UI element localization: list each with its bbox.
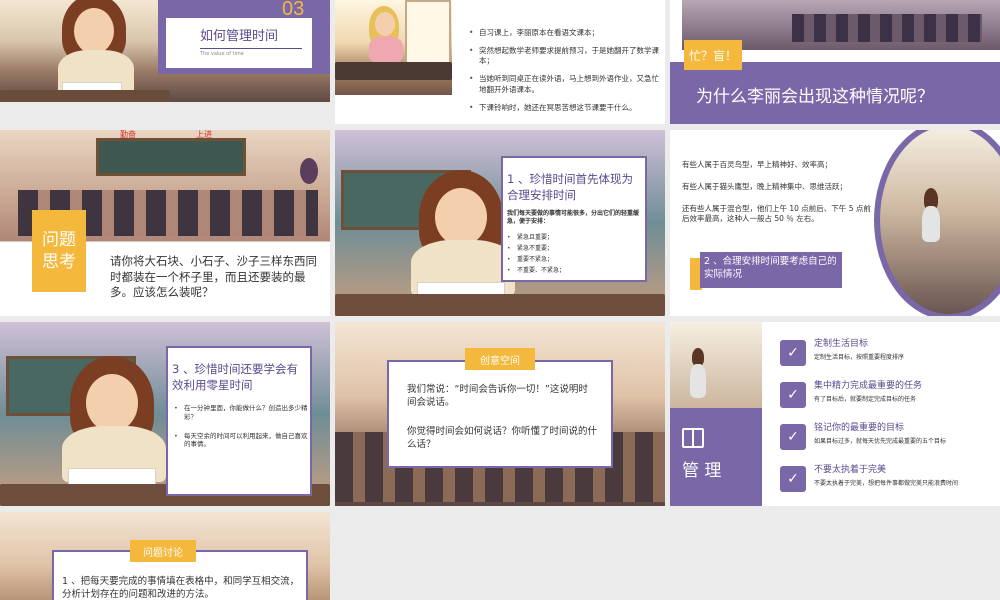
tag-box: 问题讨论 — [130, 540, 196, 562]
window-scene — [335, 0, 452, 95]
girl-body — [690, 364, 706, 398]
tag-text: 忙？盲！ — [688, 48, 737, 63]
discussion-card: 我们常说：“时间会告诉你一切！”这说明时间会说话。 你觉得时间会如何说话？你听懂… — [387, 360, 613, 468]
slide-4-thumbnail[interactable]: 勤奋 上进 问题思考 请你将大石块、小石子、沙子三样东西同时都装在一个杯子里，而… — [0, 130, 330, 316]
item-desc: 如果目标过多，就每天优先完成最重要的五个目标 — [814, 438, 947, 445]
book-icon — [682, 428, 704, 448]
tag-text: 问题讨论 — [143, 547, 183, 559]
slide-2-thumbnail[interactable]: 自习课上，李丽原本在看语文课本； 突然想起数学老师要求提前预习，于是她翻开了数学… — [335, 0, 665, 124]
chalkboard — [96, 138, 246, 176]
story-bullet: 当她听到同桌正在读外语，马上想到外语作业，又急忙地翻开外语课本。 — [469, 74, 659, 94]
slide-7-thumbnail[interactable]: 3 、珍惜时间还要学会有效利用零星时间 在一分钟里面，你能做什么？创造出多少精彩… — [0, 322, 330, 506]
priority-item: 重要不紧急； — [507, 256, 643, 264]
priority-item: 紧急不重要； — [507, 245, 643, 253]
intro-text: 我们每天要做的事情可能很多，分出它们的轻重缓急，便于安排： — [507, 210, 640, 226]
slide-1-thumbnail[interactable]: 03 如何管理时间 The value of time — [0, 0, 330, 102]
item-desc: 不要太执着于完美，想把每件事都做完美只能浪费时间 — [814, 480, 959, 487]
slide-title: 3 、珍惜时间还要学会有效利用零星时间 — [172, 362, 298, 392]
shield-badge-icon: ✓ — [780, 340, 806, 366]
girl-face — [435, 188, 487, 246]
priority-item: 不重要、不紧急； — [507, 267, 643, 275]
title-underline — [200, 48, 302, 49]
slide-subtitle: The value of time — [200, 51, 244, 57]
slide-6-thumbnail[interactable]: 有些人属于百灵鸟型，早上精神好、效率高； 有些人属于猫头鹰型，晚上精神集中、思维… — [670, 130, 1000, 316]
chairs — [792, 14, 982, 42]
item-title: 定制生活目标 — [814, 339, 869, 349]
content-frame: 3 、珍惜时间还要学会有效利用零星时间 在一分钟里面，你能做什么？创造出多少精彩… — [166, 346, 312, 496]
girl-face — [74, 8, 114, 54]
banner-box: 2 、合理安排时间要考虑自己的实际情况 — [700, 252, 842, 288]
tip-item: 每天空余的时间可以利用起来，做自己喜欢的事情。 — [174, 432, 308, 450]
board-slogan-left: 勤奋 — [120, 130, 136, 139]
tip-list: 在一分钟里面，你能做什么？创造出多少精彩？ 每天空余的时间可以利用起来，做自己喜… — [174, 404, 308, 449]
title-card: 如何管理时间 The value of time — [166, 18, 312, 68]
slide-title: 1 、珍惜时间首先体现为合理安排时间 — [507, 172, 633, 202]
item-row: ✓ 定制生活目标 定制生活目标，按照重要程度排序 — [780, 338, 996, 374]
slide-title: 如何管理时间 — [200, 29, 279, 44]
desk — [335, 62, 452, 80]
priority-list: 紧急且重要； 紧急不重要； 重要不紧急； 不重要、不紧急； — [507, 234, 643, 275]
slide-9-thumbnail[interactable]: 管 理 ✓ 定制生活目标 定制生活目标，按照重要程度排序 ✓ 集中精力完成最重要… — [670, 322, 1000, 506]
board-slogan-right: 上进 — [196, 130, 212, 139]
side-panel: 管 理 — [670, 408, 762, 506]
tip-item: 在一分钟里面，你能做什么？创造出多少精彩？ — [174, 404, 308, 422]
tag-text: 创意空间 — [480, 355, 520, 367]
slide-grid: 03 如何管理时间 The value of time 自习课上，李丽原本在看语… — [0, 0, 1000, 600]
slide-8-thumbnail[interactable]: 我们常说：“时间会告诉你一切！”这说明时间会说话。 你觉得时间会如何说话？你听懂… — [335, 322, 665, 506]
tag-box: 忙？盲！ — [684, 40, 742, 70]
story-bullet: 自习课上，李丽原本在看语文课本； — [469, 28, 659, 38]
slide-3-thumbnail[interactable]: 忙？盲！ 为什么李丽会出现这种情况呢？ — [670, 0, 1000, 124]
banner-text: 2 、合理安排时间要考虑自己的实际情况 — [704, 256, 837, 280]
item-row: ✓ 不要太执着于完美 不要太执着于完美，想把每件事都做完美只能浪费时间 — [780, 464, 996, 500]
shield-badge-icon: ✓ — [780, 424, 806, 450]
question-text: 为什么李丽会出现这种情况呢？ — [696, 87, 934, 107]
girl-body — [922, 206, 940, 242]
chronotype-line: 有些人属于百灵鸟型，早上精神好、效率高； — [682, 160, 832, 169]
paragraph-2: 你觉得时间会如何说话？你听懂了时间说的什么话？ — [407, 426, 598, 450]
chronotype-line: 还有些人属于混合型，他们上午 10 点前后、下午 5 点前后效率最高，这种人一般… — [682, 204, 871, 224]
window-frame — [405, 0, 451, 66]
label-box: 问题思考 — [32, 210, 86, 292]
item-title: 集中精力完成最重要的任务 — [814, 381, 923, 391]
discussion-text: 1 、把每天要完成的事情填在表格中，和同学互相交流，分析计划存在的问题和改进的方… — [62, 576, 300, 600]
girl-face — [375, 12, 395, 36]
poster — [300, 158, 318, 184]
item-desc: 有了目标后，就要制定完成目标的任务 — [814, 396, 917, 403]
shield-badge-icon: ✓ — [780, 466, 806, 492]
priority-item: 紧急且重要； — [507, 234, 643, 242]
story-bullet-list: 自习课上，李丽原本在看语文课本； 突然想起数学老师要求提前预习，于是她翻开了数学… — [469, 28, 659, 113]
girl-face — [86, 374, 138, 432]
shield-badge-icon: ✓ — [780, 382, 806, 408]
book-spine — [692, 430, 694, 446]
story-bullet: 突然想起数学老师要求提前预习，于是她翻开了数学课本； — [469, 46, 659, 66]
chronotype-line: 有些人属于猫头鹰型，晚上精神集中、思维活跃； — [682, 182, 847, 191]
desk — [335, 294, 665, 316]
slide-10-thumbnail[interactable]: 1 、把每天要完成的事情填在表格中，和同学互相交流，分析计划存在的问题和改进的方… — [0, 512, 330, 600]
desk — [0, 90, 170, 102]
label-text: 问题思考 — [42, 229, 76, 272]
girl-body — [369, 36, 403, 62]
side-title: 管 理 — [682, 461, 722, 481]
slide-5-thumbnail[interactable]: 1 、珍惜时间首先体现为合理安排时间 我们每天要做的事情可能很多，分出它们的轻重… — [335, 130, 665, 316]
tag-box: 创意空间 — [465, 348, 535, 370]
paragraph-1: 我们常说：“时间会告诉你一切！”这说明时间会说话。 — [407, 384, 588, 408]
item-row: ✓ 铭记你的最重要的目标 如果目标过多，就每天优先完成最重要的五个目标 — [780, 422, 996, 458]
item-row: ✓ 集中精力完成最重要的任务 有了目标后，就要制定完成目标的任务 — [780, 380, 996, 416]
item-title: 铭记你的最重要的目标 — [814, 423, 905, 433]
story-bullet: 下课铃响时，她还在冥思苦想这节课要干什么。 — [469, 103, 659, 113]
question-text: 请你将大石块、小石子、沙子三样东西同时都装在一个杯子里，而且还要装的最多。应该怎… — [110, 254, 317, 300]
content-frame: 1 、珍惜时间首先体现为合理安排时间 我们每天要做的事情可能很多，分出它们的轻重… — [501, 156, 647, 282]
item-desc: 定制生活目标，按照重要程度排序 — [814, 354, 905, 361]
item-title: 不要太执着于完美 — [814, 465, 887, 475]
